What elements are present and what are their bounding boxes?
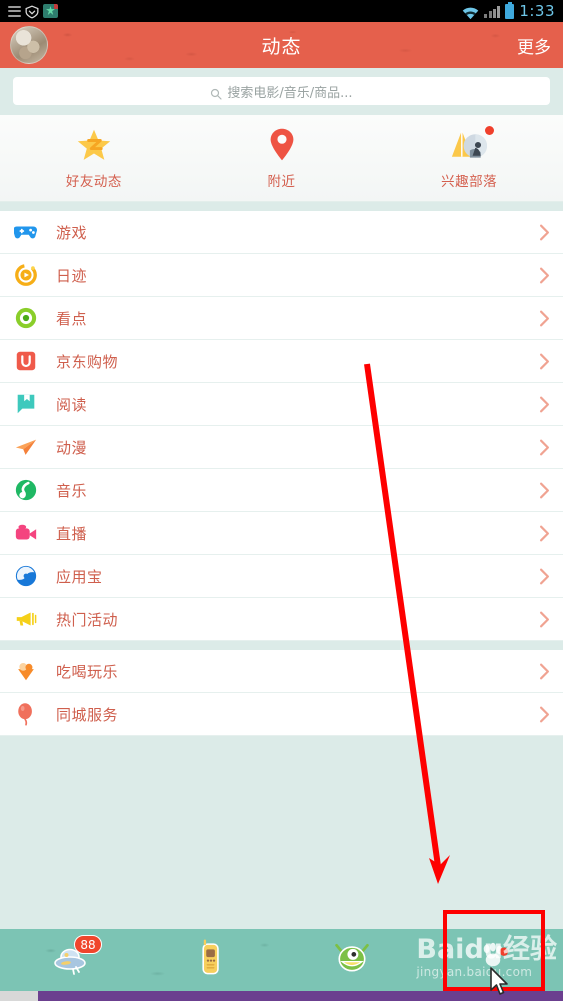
monster-icon [332, 939, 372, 981]
app-icon [43, 4, 58, 18]
search-placeholder: 搜索电影/音乐/商品... [227, 85, 353, 101]
list-item-label: 动漫 [56, 438, 88, 457]
list-item-food-fun[interactable]: 吃喝玩乐 [0, 650, 563, 693]
nav-item-monster[interactable] [282, 929, 423, 991]
list-item-label: 京东购物 [56, 352, 119, 371]
list-item-anime[interactable]: 动漫 [0, 426, 563, 469]
chevron-right-icon [539, 267, 550, 284]
nav-badge-count: 88 [74, 935, 102, 954]
section-gap-2 [0, 641, 563, 650]
list-item-label: 音乐 [56, 481, 88, 500]
app-bar: 动态 更多 [0, 22, 563, 68]
paper-plane-icon [14, 435, 38, 459]
list-item-yingyongbao[interactable]: 应用宝 [0, 555, 563, 598]
list-item-games[interactable]: 游戏 [0, 211, 563, 254]
status-bar-right-icons: 1:33 [462, 1, 555, 20]
list-item-label: 吃喝玩乐 [56, 662, 119, 681]
gamepad-icon [14, 220, 38, 244]
chevron-right-icon [539, 310, 550, 327]
list-item-label: 同城服务 [56, 705, 119, 724]
list-item-label: 阅读 [56, 395, 88, 414]
list-item-label: 游戏 [56, 223, 88, 242]
chevron-right-icon [539, 611, 550, 628]
quick-action-label: 附近 [267, 173, 296, 190]
mouse-cursor-icon [490, 967, 508, 995]
menu-icon [8, 5, 21, 17]
chevron-right-icon [539, 224, 550, 241]
search-icon [210, 85, 223, 100]
status-bar-left-icons [8, 4, 58, 19]
list-item-label: 应用宝 [56, 567, 103, 586]
chevron-right-icon [539, 396, 550, 413]
jd-bag-icon [14, 349, 38, 373]
location-pin-icon [268, 127, 296, 163]
list-item-jd-shopping[interactable]: 京东购物 [0, 340, 563, 383]
menu-list-group-2: 吃喝玩乐 同城服务 [0, 650, 563, 736]
list-item-label: 直播 [56, 524, 88, 543]
quick-actions-row: 好友动态 附近 兴趣部落 [0, 115, 563, 202]
quick-action-nearby[interactable]: 附近 [188, 127, 376, 190]
quick-action-label: 兴趣部落 [441, 173, 498, 190]
list-item-live[interactable]: 直播 [0, 512, 563, 555]
chevron-right-icon [539, 525, 550, 542]
music-note-icon [14, 478, 38, 502]
list-item-city-services[interactable]: 同城服务 [0, 693, 563, 736]
signal-icon [484, 5, 501, 18]
star-qzone-icon [76, 127, 112, 163]
balloon-icon [14, 702, 38, 726]
chevron-right-icon [539, 353, 550, 370]
list-item-label: 日迹 [56, 266, 88, 285]
chevron-right-icon [539, 482, 550, 499]
nav-item-ufo[interactable]: 88 [0, 929, 141, 991]
list-item-kandian[interactable]: 看点 [0, 297, 563, 340]
quick-action-tribe[interactable]: 兴趣部落 [375, 125, 563, 190]
menu-list-group-1: 游戏 日迹 看点 京东购物 阅读 动漫 音乐 直播 应用宝 热门活动 [0, 211, 563, 641]
video-camera-icon [14, 521, 38, 545]
dayflow-icon [14, 263, 38, 287]
megaphone-icon [14, 607, 38, 631]
chevron-right-icon [539, 568, 550, 585]
chevron-right-icon [539, 706, 550, 723]
chevron-right-icon [539, 439, 550, 456]
chevron-right-icon [539, 663, 550, 680]
status-bar: 1:33 [0, 0, 563, 22]
list-item-music[interactable]: 音乐 [0, 469, 563, 512]
more-button[interactable]: 更多 [517, 33, 551, 58]
search-input[interactable]: 搜索电影/音乐/商品... [13, 77, 550, 105]
system-nav-strip [0, 991, 563, 1001]
list-item-hot-activities[interactable]: 热门活动 [0, 598, 563, 641]
page-filler [0, 736, 563, 906]
battery-icon [505, 1, 515, 19]
yingyongbao-icon [14, 564, 38, 588]
search-container: 搜索电影/音乐/商品... [0, 68, 563, 115]
page-title: 动态 [261, 35, 302, 58]
list-item-label: 热门活动 [56, 610, 119, 629]
phone-icon [198, 938, 224, 982]
status-bar-clock: 1:33 [519, 2, 555, 20]
list-item-reading[interactable]: 阅读 [0, 383, 563, 426]
quick-action-label: 好友动态 [65, 173, 122, 190]
notification-dot-badge [485, 125, 495, 135]
section-gap [0, 202, 563, 211]
list-item-label: 看点 [56, 309, 88, 328]
book-icon [14, 392, 38, 416]
avatar[interactable] [10, 26, 48, 64]
ice-cream-icon [14, 659, 38, 683]
shield-icon [25, 4, 39, 19]
nav-item-phone[interactable] [141, 929, 282, 991]
quick-action-friends-feed[interactable]: 好友动态 [0, 127, 188, 190]
kandian-eye-icon [14, 306, 38, 330]
tribe-tent-icon [448, 125, 495, 163]
wifi-icon [462, 5, 479, 19]
list-item-dayflow[interactable]: 日迹 [0, 254, 563, 297]
